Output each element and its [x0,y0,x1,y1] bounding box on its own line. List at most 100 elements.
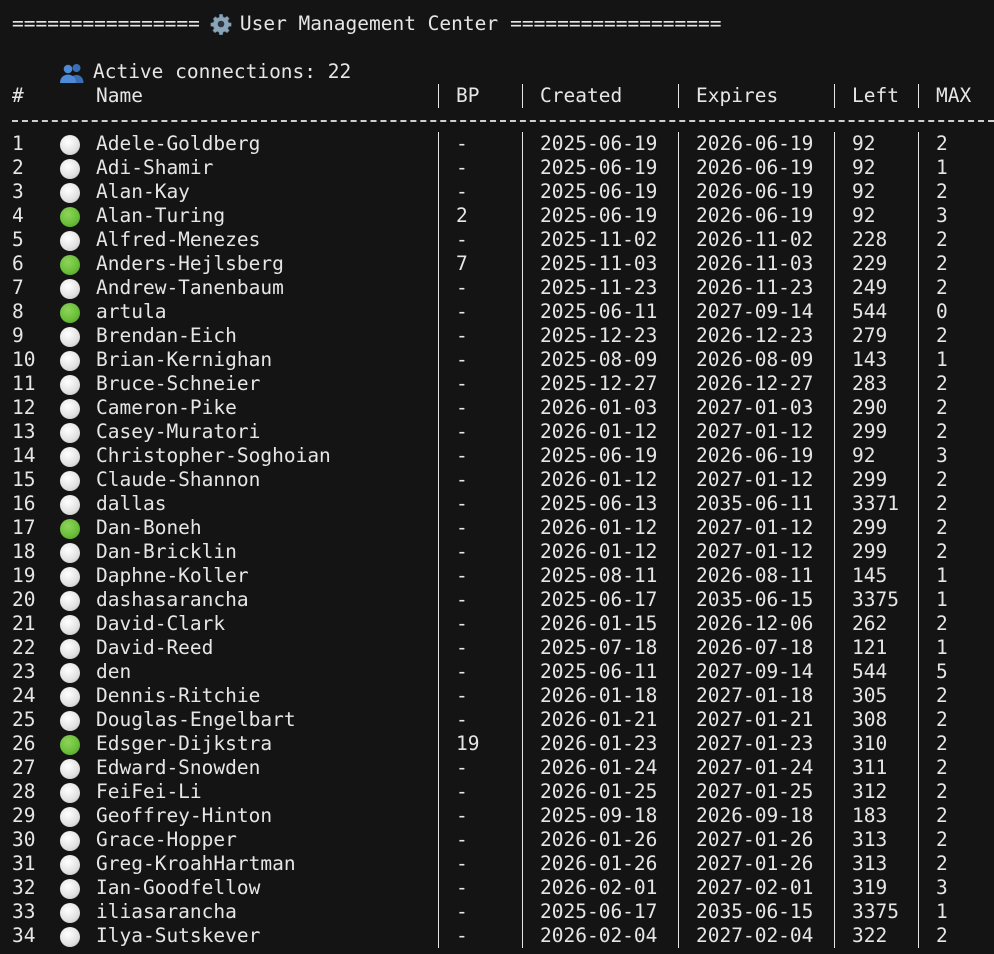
column-divider [522,564,523,588]
user-name: Edward-Snowden [96,756,261,779]
offline-status-icon [60,639,80,659]
user-created: 2026-01-18 [540,684,658,707]
row-index: 19 [12,564,36,587]
column-divider [522,540,523,564]
banner-title: User Management Center [239,12,499,35]
table-row[interactable]: 11 Bruce-Schneier - 2025-12-27 2026-12-27 283… [12,372,994,396]
table-row[interactable]: 31 Greg-KroahHartman - 2026-01-26 2027-01-26… [12,852,994,876]
table-row[interactable]: 23 den - 2025-06-11 2027-09-14 544 5 [12,660,994,684]
table-row[interactable]: 7 Andrew-Tanenbaum - 2025-11-23 2026-11-23 24… [12,276,994,300]
table-row[interactable]: 28 FeiFei-Li - 2026-01-25 2027-01-25 312 2 [12,780,994,804]
user-bp: 7 [456,252,468,275]
user-bp: - [456,348,468,371]
dashed-separator [12,120,994,122]
column-divider [678,660,679,684]
table-row[interactable]: 19 Daphne-Koller - 2025-08-11 2026-08-11 145 1 [12,564,994,588]
table-row[interactable]: 3 Alan-Kay - 2025-06-19 2026-06-19 92 2 [12,180,994,204]
table-row[interactable]: 33 iliasarancha - 2025-06-17 2035-06-15 3375 1 [12,900,994,924]
user-created: 2025-06-11 [540,660,658,683]
user-max: 2 [936,228,948,251]
table-row[interactable]: 29 Geoffrey-Hinton - 2025-09-18 2026-09-18 18… [12,804,994,828]
column-divider [438,828,439,852]
column-divider [678,684,679,708]
column-divider [522,324,523,348]
user-name: Daphne-Koller [96,564,249,587]
user-bp: - [456,612,468,635]
table-row[interactable]: 2 Adi-Shamir - 2025-06-19 2026-06-19 92 1 [12,156,994,180]
user-expires: 2027-01-12 [696,540,814,563]
user-max: 3 [936,204,948,227]
user-max: 2 [936,252,948,275]
table-row[interactable]: 18 Dan-Bricklin - 2026-01-12 2027-01-12 299 2 [12,540,994,564]
column-divider [522,300,523,324]
user-created: 2025-06-17 [540,588,658,611]
column-divider [438,492,439,516]
offline-status-icon [60,903,80,923]
table-row[interactable]: 16 dallas - 2025-06-13 2035-06-11 3371 2 [12,492,994,516]
table-row[interactable]: 15 Claude-Shannon - 2026-01-12 2027-01-12 299… [12,468,994,492]
table-row[interactable]: 34 Ilya-Sutskever - 2026-02-04 2027-02-04 322… [12,924,994,948]
table-row[interactable]: 26 Edsger-Dijkstra 19 2026-01-23 2027-01-23 3… [12,732,994,756]
user-created: 2026-01-24 [540,756,658,779]
gear-icon [210,14,232,35]
column-divider [834,756,835,780]
table-row[interactable]: 4 Alan-Turing 2 2025-06-19 2026-06-19 92 3 [12,204,994,228]
user-bp: - [456,756,468,779]
user-expires: 2026-08-09 [696,348,814,371]
table-row[interactable]: 6 Anders-Hejlsberg 7 2025-11-03 2026-11-03 22… [12,252,994,276]
user-created: 2026-01-25 [540,780,658,803]
column-divider [834,564,835,588]
table-row[interactable]: 14 Christopher-Soghoian - 2025-06-19 2026-06… [12,444,994,468]
column-divider [438,252,439,276]
user-expires: 2027-01-12 [696,516,814,539]
user-expires: 2026-12-06 [696,612,814,635]
user-max: 2 [936,324,948,347]
user-max: 2 [936,132,948,155]
user-created: 2025-07-18 [540,636,658,659]
row-index: 8 [12,300,24,323]
offline-status-icon [60,183,80,203]
user-name: den [96,660,132,683]
table-row[interactable]: 9 Brendan-Eich - 2025-12-23 2026-12-23 279 2 [12,324,994,348]
column-divider [522,804,523,828]
table-row[interactable]: 22 David-Reed - 2025-07-18 2026-07-18 121 1 [12,636,994,660]
row-index: 13 [12,420,36,443]
column-divider [522,708,523,732]
user-days-left: 544 [852,660,888,683]
table-row[interactable]: 5 Alfred-Menezes - 2025-11-02 2026-11-02 228 2 [12,228,994,252]
row-index: 15 [12,468,36,491]
table-row[interactable]: 12 Cameron-Pike - 2026-01-03 2027-01-03 290 2 [12,396,994,420]
user-created: 2025-06-19 [540,444,658,467]
table-row[interactable]: 21 David-Clark - 2026-01-15 2026-12-06 262 2 [12,612,994,636]
user-bp: - [456,516,468,539]
table-row[interactable]: 30 Grace-Hopper - 2026-01-26 2027-01-26 313 2 [12,828,994,852]
table-row[interactable]: 8 artula - 2025-06-11 2027-09-14 544 0 [12,300,994,324]
table-row[interactable]: 27 Edward-Snowden - 2026-01-24 2027-01-24 311… [12,756,994,780]
column-divider [834,660,835,684]
column-divider [438,924,439,948]
column-divider [834,516,835,540]
user-expires: 2026-06-19 [696,444,814,467]
row-index: 18 [12,540,36,563]
column-divider [678,252,679,276]
table-row[interactable]: 1 Adele-Goldberg - 2025-06-19 2026-06-19 92 2 [12,132,994,156]
table-row[interactable]: 25 Douglas-Engelbart - 2026-01-21 2027-01-21… [12,708,994,732]
table-row[interactable]: 20 dashasarancha - 2025-06-17 2035-06-15 3375… [12,588,994,612]
column-divider [438,468,439,492]
column-divider [834,468,835,492]
header-name: Name [96,84,143,107]
table-row[interactable]: 10 Brian-Kernighan - 2025-08-09 2026-08-09 14… [12,348,994,372]
column-divider [918,180,919,204]
table-row[interactable]: 17 Dan-Boneh - 2026-01-12 2027-01-12 299 2 [12,516,994,540]
user-days-left: 3371 [852,492,899,515]
user-name: Dennis-Ritchie [96,684,261,707]
table-row[interactable]: 13 Casey-Muratori - 2026-01-12 2027-01-12 299… [12,420,994,444]
row-index: 10 [12,348,36,371]
user-days-left: 290 [852,396,888,419]
table-row[interactable]: 24 Dennis-Ritchie - 2026-01-18 2027-01-18 305… [12,684,994,708]
user-created: 2025-06-11 [540,300,658,323]
user-days-left: 299 [852,468,888,491]
user-days-left: 262 [852,612,888,635]
table-row[interactable]: 32 Ian-Goodfellow - 2026-02-01 2027-02-01 319… [12,876,994,900]
column-divider [918,300,919,324]
